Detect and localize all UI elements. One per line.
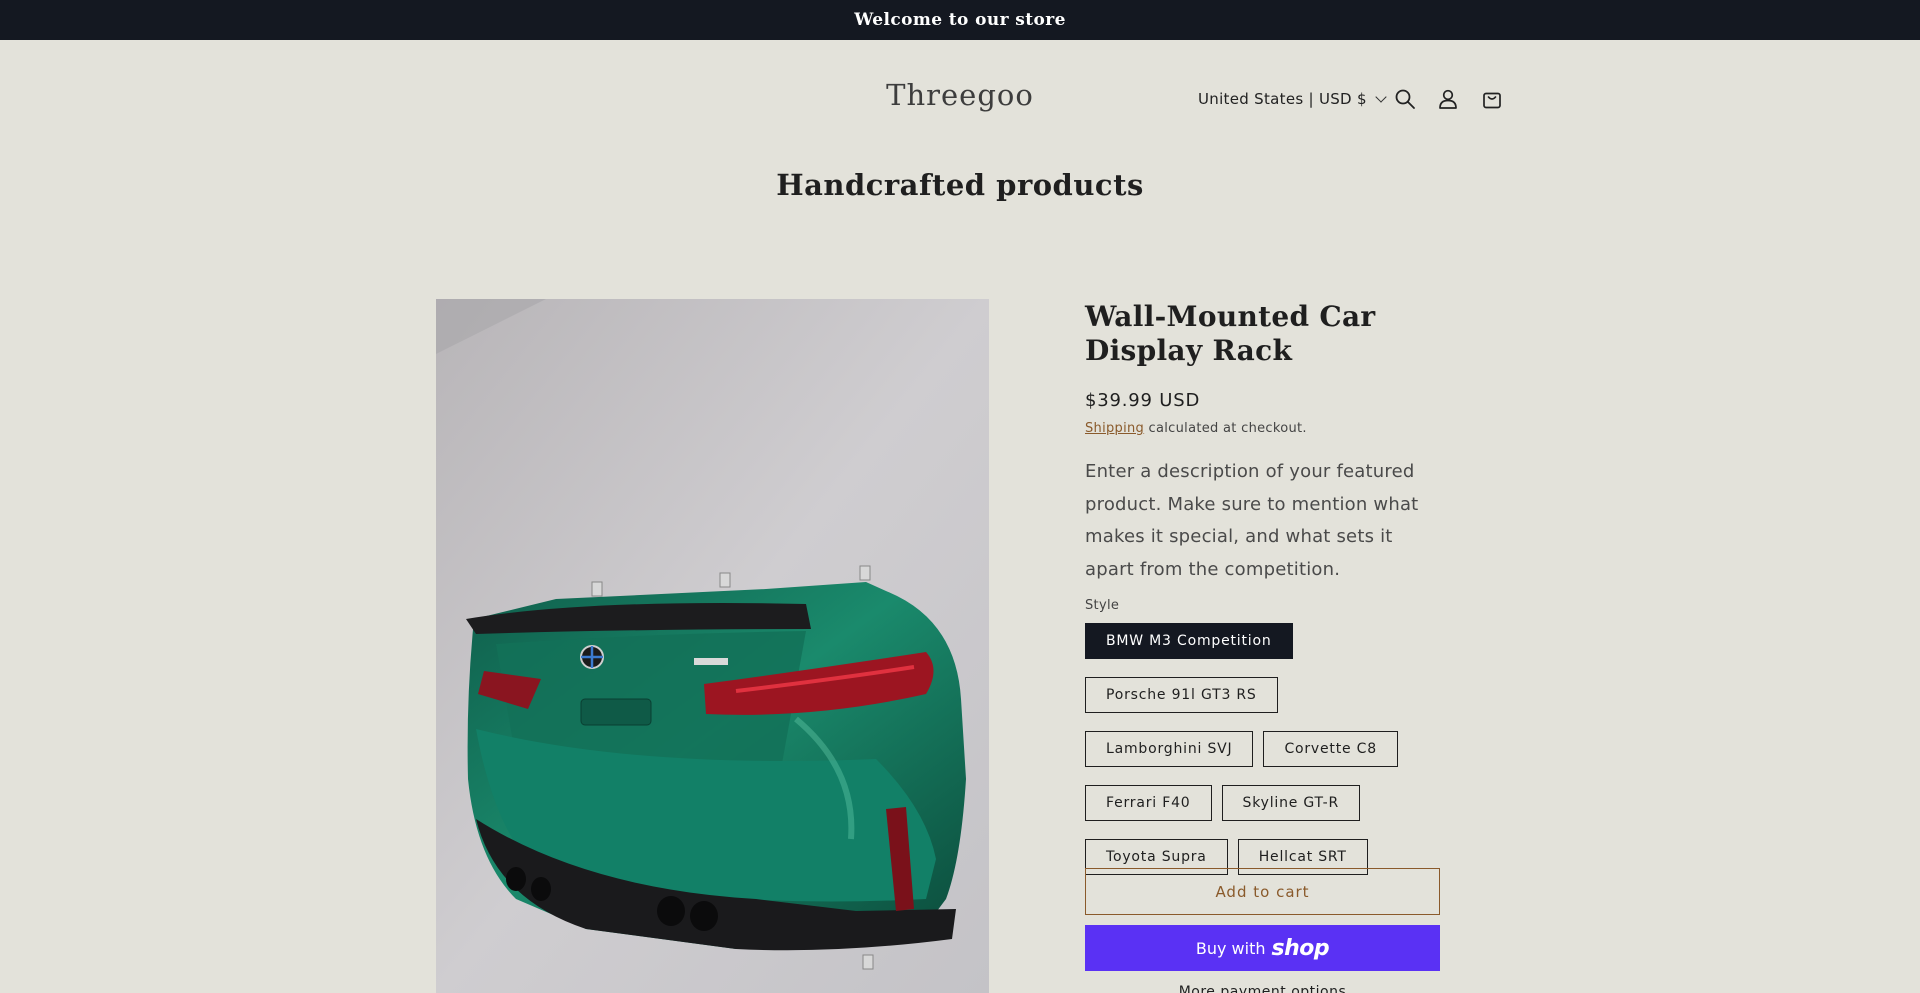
shipping-link[interactable]: Shipping <box>1085 421 1144 436</box>
variant-picker: BMW M3 Competition Porsche 91l GT3 RS La… <box>1085 623 1445 875</box>
search-icon[interactable] <box>1390 84 1420 114</box>
style-label: Style <box>1085 598 1120 613</box>
product-image[interactable] <box>436 299 989 993</box>
country-selector-label: United States | USD $ <box>1198 90 1367 108</box>
site-header: Threegoo United States | USD $ <box>0 40 1920 156</box>
buy-with-label: Buy with <box>1195 938 1266 958</box>
shop-pay-logo: shop <box>1271 935 1330 961</box>
buy-with-shop-button[interactable]: Buy with shop <box>1085 925 1440 971</box>
announcement-bar: Welcome to our store <box>0 0 1920 40</box>
car-rack-photo <box>436 299 989 993</box>
section-title: Handcrafted products <box>776 168 1144 202</box>
add-to-cart-label: Add to cart <box>1215 882 1310 901</box>
variant-option[interactable]: Porsche 91l GT3 RS <box>1085 677 1278 713</box>
country-selector[interactable]: United States | USD $ <box>1198 86 1387 112</box>
add-to-cart-button[interactable]: Add to cart <box>1085 868 1440 915</box>
shipping-note: Shipping calculated at checkout. <box>1085 421 1440 436</box>
account-icon[interactable] <box>1433 84 1463 114</box>
store-logo[interactable]: Threegoo <box>860 78 1060 112</box>
product-description: Enter a description of your featured pro… <box>1085 461 1419 580</box>
product-price: $39.99 USD <box>1085 390 1201 411</box>
variant-option[interactable]: Skyline GT-R <box>1221 785 1361 821</box>
announcement-text: Welcome to our store <box>854 10 1066 30</box>
chevron-down-icon <box>1375 91 1387 103</box>
variant-option[interactable]: Corvette C8 <box>1263 731 1398 767</box>
shipping-note-text: calculated at checkout. <box>1144 421 1307 436</box>
product-title: Wall-Mounted Car Display Rack <box>1085 300 1376 367</box>
variant-option[interactable]: Ferrari F40 <box>1085 785 1212 821</box>
more-payment-options-link[interactable]: More payment options <box>1085 984 1440 993</box>
cart-icon[interactable] <box>1477 84 1507 114</box>
variant-option[interactable]: BMW M3 Competition <box>1085 623 1293 659</box>
product-info: Wall-Mounted Car Display Rack $39.99 USD… <box>1085 300 1440 875</box>
variant-option[interactable]: Lamborghini SVJ <box>1085 731 1254 767</box>
